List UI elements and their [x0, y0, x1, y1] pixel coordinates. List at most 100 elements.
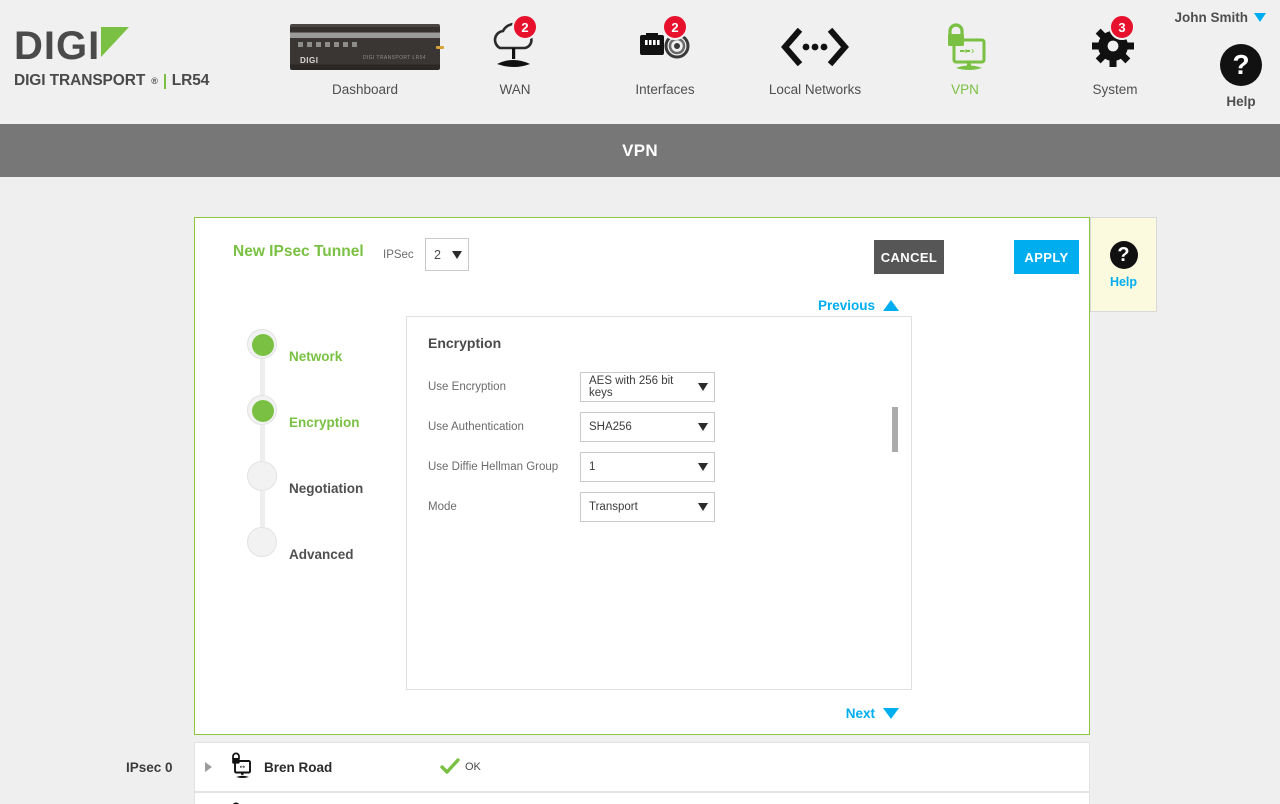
nav-item-interfaces[interactable]: 2 Interfaces — [590, 14, 740, 97]
value-mode: Transport — [589, 501, 638, 513]
chevron-down-icon — [452, 250, 462, 259]
help-button-top[interactable]: ? Help — [1220, 44, 1262, 109]
field-mode: Mode Transport — [428, 487, 911, 527]
panel-title: New IPsec Tunnel — [233, 243, 364, 260]
select-use-authentication[interactable]: SHA256 — [580, 412, 715, 442]
field-use-encryption: Use Encryption AES with 256 bit keys — [428, 367, 911, 407]
nav-item-wan[interactable]: 2 WAN — [440, 14, 590, 97]
field-diffie-hellman-group: Use Diffie Hellman Group 1 — [428, 447, 911, 487]
nav-label-wan: WAN — [499, 82, 531, 97]
ipsec-number-value: 2 — [434, 247, 441, 262]
value-use-authentication: SHA256 — [589, 421, 632, 433]
step-label-encryption: Encryption — [289, 414, 360, 430]
content-area: New IPsec Tunnel IPSec 2 CANCEL APPLY Pr… — [0, 177, 1280, 804]
form-scrollbar-thumb[interactable] — [892, 407, 898, 452]
product-model: LR54 — [171, 72, 210, 89]
check-icon — [440, 758, 460, 774]
triangle-down-icon — [883, 708, 899, 719]
previous-label: Previous — [817, 298, 875, 313]
tunnel-status-text-0: OK — [465, 761, 481, 773]
ipsec-number-select[interactable]: 2 — [425, 238, 469, 271]
tunnel-card-1[interactable]: ↔ Logrono OK — [194, 792, 1090, 804]
registered-mark: ® — [151, 76, 158, 86]
form-section-title: Encryption — [428, 335, 502, 351]
previous-step-link[interactable]: Previous — [818, 298, 899, 313]
chevron-down-icon — [1254, 13, 1266, 22]
new-ipsec-tunnel-panel: New IPsec Tunnel IPSec 2 CANCEL APPLY Pr… — [194, 217, 1090, 735]
next-label: Next — [845, 706, 875, 721]
value-use-encryption: AES with 256 bit keys — [589, 375, 674, 399]
product-line-label: DIGI TRANSPORT ® LR54 — [14, 72, 214, 90]
vpn-tunnel-icon: ↔ — [226, 750, 256, 785]
cloud-icon: 2 — [484, 14, 546, 76]
question-mark-icon: ? — [1109, 240, 1138, 269]
nav-item-vpn[interactable]: ‹·› VPN — [890, 18, 1040, 97]
digi-wordmark: DIGI — [14, 26, 214, 66]
tunnel-name-0: Bren Road — [264, 759, 333, 775]
field-use-authentication: Use Authentication SHA256 — [428, 407, 911, 447]
value-diffie-hellman-group: 1 — [589, 461, 596, 473]
digi-triangle-icon — [101, 27, 130, 57]
nav-label-vpn: VPN — [951, 82, 979, 97]
encryption-form-card: Encryption Use Encryption AES with 256 b… — [406, 316, 912, 690]
tunnel-row-0: IPsec 0 ↔ Bren Road OK — [0, 742, 1280, 792]
help-side-label: Help — [1109, 274, 1138, 289]
label-use-encryption: Use Encryption — [428, 381, 506, 393]
step-label-advanced: Advanced — [289, 546, 354, 562]
user-menu[interactable]: John Smith — [1174, 10, 1266, 25]
badge-system: 3 — [1109, 14, 1135, 40]
label-diffie-hellman-group: Use Diffie Hellman Group — [428, 461, 559, 473]
expand-triangle-icon[interactable] — [205, 762, 212, 772]
panel-header: New IPsec Tunnel IPSec 2 CANCEL APPLY — [195, 218, 1089, 286]
router-icon: DIGI DIGI TRANSPORT LR54 — [290, 18, 444, 76]
main-navigation: DIGI DIGI TRANSPORT LR54 Dashboard 2 WAN — [290, 14, 1190, 97]
step-label-negotiation: Negotiation — [289, 480, 364, 496]
top-bar: DIGI DIGI TRANSPORT ® LR54 DIGI DIGI TRAN… — [0, 0, 1280, 124]
vpn-tunnel-icon: ↔ — [226, 800, 256, 804]
tunnel-card-0[interactable]: ↔ Bren Road OK — [194, 742, 1090, 792]
nav-item-local-networks[interactable]: Local Networks — [740, 18, 890, 97]
nav-label-dashboard: Dashboard — [331, 82, 399, 97]
user-name: John Smith — [1174, 10, 1249, 25]
nav-label-interfaces: Interfaces — [635, 82, 695, 97]
cancel-button[interactable]: CANCEL — [874, 240, 944, 274]
chevron-down-icon — [698, 423, 708, 431]
svg-text:‹·›: ‹·› — [963, 46, 974, 57]
label-use-authentication: Use Authentication — [428, 421, 524, 433]
tunnel-index-label-0: IPsec 0 — [126, 759, 173, 775]
question-mark-icon: ? — [1220, 44, 1262, 86]
brand-logo: DIGI DIGI TRANSPORT ® LR54 — [14, 26, 214, 90]
nav-label-local-networks: Local Networks — [768, 82, 862, 97]
select-use-encryption[interactable]: AES with 256 bit keys — [580, 372, 715, 402]
step-dot-empty — [247, 527, 277, 557]
tunnel-status-0: OK — [440, 758, 481, 776]
nav-item-system[interactable]: 3 System — [1040, 14, 1190, 97]
vpn-lock-monitor-icon: ‹·› — [934, 18, 996, 76]
step-dot-filled — [247, 329, 277, 359]
help-label-top: Help — [1226, 94, 1256, 109]
page-title: VPN — [622, 140, 658, 160]
nav-item-dashboard[interactable]: DIGI DIGI TRANSPORT LR54 Dashboard — [290, 18, 444, 97]
logo-divider — [163, 73, 166, 89]
step-dot-filled — [247, 395, 277, 425]
product-line-text: DIGI TRANSPORT — [14, 72, 146, 89]
gear-icon: 3 — [1087, 14, 1143, 76]
section-title-bar: VPN — [0, 124, 1280, 177]
help-side-panel[interactable]: ? Help — [1090, 217, 1157, 312]
step-dot-empty — [247, 461, 277, 491]
select-mode[interactable]: Transport — [580, 492, 715, 522]
next-step-link[interactable]: Next — [846, 706, 899, 721]
tunnel-row-1: IPsec 1 ↔ Logrono OK — [0, 792, 1280, 804]
apply-button[interactable]: APPLY — [1014, 240, 1079, 274]
select-diffie-hellman-group[interactable]: 1 — [580, 452, 715, 482]
chevron-down-icon — [698, 463, 708, 471]
ethernet-port-icon: 2 — [634, 14, 696, 76]
chevron-down-icon — [698, 503, 708, 511]
network-arrows-icon — [780, 18, 850, 76]
ipsec-field-label: IPSec — [383, 249, 414, 261]
svg-text:↔: ↔ — [240, 763, 246, 771]
nav-label-system: System — [1092, 82, 1138, 97]
step-label-network: Network — [289, 348, 343, 364]
badge-wan: 2 — [512, 14, 538, 40]
chevron-down-icon — [698, 383, 708, 391]
